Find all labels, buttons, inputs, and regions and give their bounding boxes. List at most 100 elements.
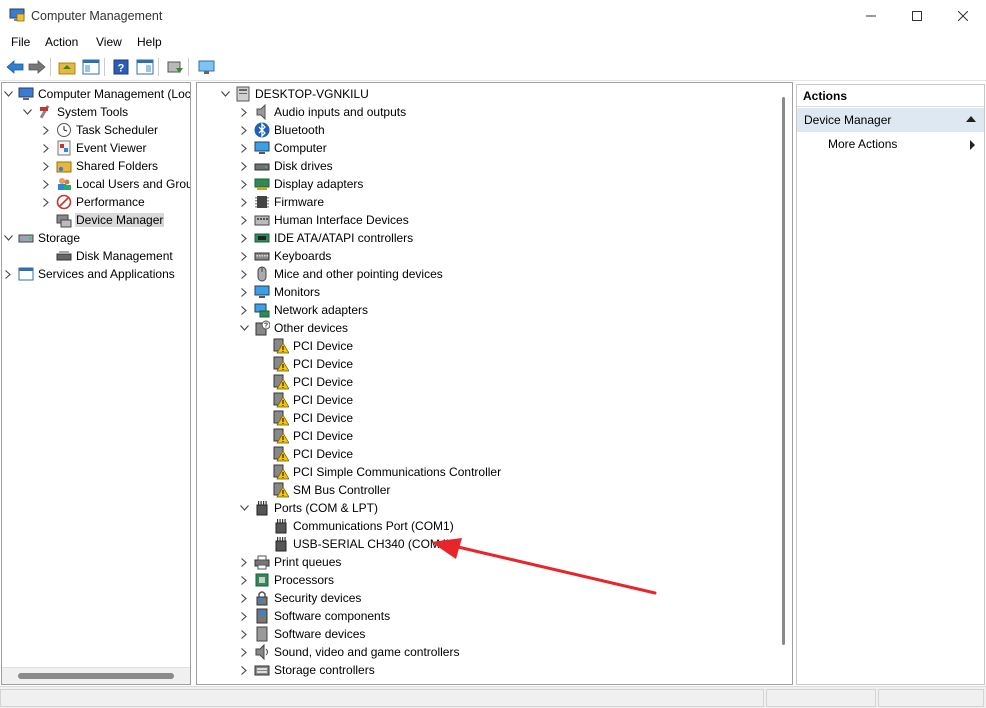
device-tree-item-bluetooth[interactable]: Bluetooth	[238, 121, 326, 139]
device-tree-item-desktop-vgnkilu[interactable]: DESKTOP-VGNKILU	[219, 85, 370, 103]
device-tree-item-mice-and-other-pointing-devices[interactable]: Mice and other pointing devices	[238, 265, 444, 283]
device-tree-item-pci-device[interactable]: PCI Device	[257, 337, 354, 355]
menu-action[interactable]: Action	[45, 35, 78, 49]
device-tree-item-network-adapters[interactable]: Network adapters	[238, 301, 369, 319]
device-tree-item-disk-drives[interactable]: Disk drives	[238, 157, 334, 175]
maximize-button[interactable]	[894, 0, 940, 31]
chevron-right-icon[interactable]	[238, 301, 250, 319]
close-button[interactable]	[940, 0, 986, 31]
chevron-right-icon[interactable]	[238, 553, 250, 571]
chevron-right-icon[interactable]	[238, 229, 250, 247]
device-tree-item-pci-device[interactable]: PCI Device	[257, 373, 354, 391]
up-folder-button[interactable]	[56, 56, 78, 78]
device-tree-item-audio-inputs-and-outputs[interactable]: Audio inputs and outputs	[238, 103, 407, 121]
console-tree-item-local-users-and-groups[interactable]: Local Users and Groups	[40, 175, 190, 193]
menu-file[interactable]: File	[11, 35, 30, 49]
device-tree-item-other-devices[interactable]: ? Other devices	[238, 319, 349, 337]
scrollbar-thumb[interactable]	[18, 673, 174, 679]
chevron-right-icon[interactable]	[40, 139, 52, 157]
device-tree-item-sm-bus-controller[interactable]: SM Bus Controller	[257, 481, 391, 499]
chevron-right-icon[interactable]	[238, 661, 250, 679]
chevron-right-icon[interactable]	[238, 121, 250, 139]
device-tree-item-keyboards[interactable]: Keyboards	[238, 247, 332, 265]
actions-section-device-manager[interactable]: Device Manager	[797, 108, 984, 132]
device-tree-item-pci-simple-communications-controller[interactable]: PCI Simple Communications Controller	[257, 463, 502, 481]
chevron-down-icon[interactable]	[238, 319, 250, 337]
chevron-down-icon[interactable]	[2, 229, 14, 247]
device-tree-item-pci-device[interactable]: PCI Device	[257, 391, 354, 409]
device-tree-item-computer[interactable]: Computer	[238, 139, 328, 157]
chevron-right-icon[interactable]	[238, 211, 250, 229]
console-tree-item-shared-folders[interactable]: Shared Folders	[40, 157, 159, 175]
chevron-right-icon[interactable]	[238, 157, 250, 175]
device-tree-item-firmware[interactable]: Firmware	[238, 193, 325, 211]
device-tree-item-pci-device[interactable]: PCI Device	[257, 445, 354, 463]
menu-help[interactable]: Help	[137, 35, 162, 49]
show-hide-action-pane-button[interactable]	[134, 56, 156, 78]
device-tree-item-software-devices[interactable]: Software devices	[238, 625, 366, 643]
chevron-right-icon[interactable]	[238, 139, 250, 157]
chevron-right-icon[interactable]	[238, 175, 250, 193]
computer-icon	[235, 86, 251, 102]
chevron-right-icon[interactable]	[238, 643, 250, 661]
chevron-right-icon[interactable]	[238, 589, 250, 607]
update-driver-button[interactable]	[164, 56, 186, 78]
minimize-button[interactable]	[848, 0, 894, 31]
chevron-down-icon[interactable]	[21, 103, 33, 121]
console-tree-item-system-tools[interactable]: System Tools	[21, 103, 129, 121]
console-tree-item-disk-management[interactable]: Disk Management	[40, 247, 174, 265]
chevron-right-icon[interactable]	[40, 175, 52, 193]
console-tree-item-computer-management-local[interactable]: Computer Management (Local	[2, 85, 190, 103]
chevron-right-icon[interactable]	[2, 265, 14, 283]
chevron-right-icon[interactable]	[40, 157, 52, 175]
more-actions-item[interactable]: More Actions	[828, 137, 897, 151]
device-tree-item-monitors[interactable]: Monitors	[238, 283, 321, 301]
scan-hardware-button[interactable]	[196, 56, 218, 78]
device-tree-item-pci-device[interactable]: PCI Device	[257, 427, 354, 445]
device-tree-item-print-queues[interactable]: Print queues	[238, 553, 342, 571]
chevron-right-icon[interactable]	[40, 121, 52, 139]
device-tree-item-processors[interactable]: Processors	[238, 571, 335, 589]
console-tree-item-services-and-applications[interactable]: Services and Applications	[2, 265, 176, 283]
scrollbar-thumb[interactable]	[782, 97, 785, 645]
device-tree-item-human-interface-devices[interactable]: Human Interface Devices	[238, 211, 410, 229]
chevron-right-icon[interactable]	[238, 571, 250, 589]
device-tree-item-pci-device[interactable]: PCI Device	[257, 409, 354, 427]
horizontal-scrollbar[interactable]	[2, 667, 190, 684]
collapse-triangle-icon[interactable]	[966, 116, 976, 122]
software-device-icon	[254, 626, 270, 642]
device-tree-item-sound-video-and-game-controllers[interactable]: Sound, video and game controllers	[238, 643, 460, 661]
help-button[interactable]: ?	[110, 56, 132, 78]
show-hide-tree-button[interactable]	[80, 56, 102, 78]
vertical-scrollbar[interactable]	[775, 83, 792, 684]
chevron-right-icon[interactable]	[40, 193, 52, 211]
back-button[interactable]	[4, 56, 26, 78]
console-tree-item-event-viewer[interactable]: Event Viewer	[40, 139, 147, 157]
menu-view[interactable]: View	[96, 35, 122, 49]
console-tree-item-performance[interactable]: Performance	[40, 193, 146, 211]
device-tree-item-pci-device[interactable]: PCI Device	[257, 355, 354, 373]
chevron-right-icon[interactable]	[238, 193, 250, 211]
chevron-right-icon[interactable]	[238, 625, 250, 643]
chevron-down-icon[interactable]	[238, 499, 250, 517]
device-tree-item-ports-com-lpt[interactable]: Ports (COM & LPT)	[238, 499, 379, 517]
chevron-right-icon[interactable]	[238, 607, 250, 625]
device-tree-item-security-devices[interactable]: Security devices	[238, 589, 362, 607]
console-tree-item-storage[interactable]: Storage	[2, 229, 81, 247]
chevron-down-icon[interactable]	[219, 85, 231, 103]
chevron-right-icon[interactable]	[238, 247, 250, 265]
port-icon	[275, 537, 287, 552]
console-tree-item-task-scheduler[interactable]: Task Scheduler	[40, 121, 159, 139]
chevron-right-icon[interactable]	[238, 283, 250, 301]
device-tree-item-usb-serial-ch340-com4[interactable]: USB-SERIAL CH340 (COM4)	[257, 535, 452, 553]
device-tree-item-storage-controllers[interactable]: Storage controllers	[238, 661, 376, 679]
console-tree-item-device-manager[interactable]: Device Manager	[40, 211, 165, 229]
chevron-right-icon[interactable]	[238, 103, 250, 121]
chevron-right-icon[interactable]	[238, 265, 250, 283]
forward-button[interactable]	[26, 56, 48, 78]
device-tree-item-communications-port-com1[interactable]: Communications Port (COM1)	[257, 517, 455, 535]
device-tree-item-software-components[interactable]: Software components	[238, 607, 391, 625]
device-tree-item-ide-ata-atapi-controllers[interactable]: IDE ATA/ATAPI controllers	[238, 229, 414, 247]
device-tree-item-display-adapters[interactable]: Display adapters	[238, 175, 364, 193]
chevron-down-icon[interactable]	[2, 85, 14, 103]
